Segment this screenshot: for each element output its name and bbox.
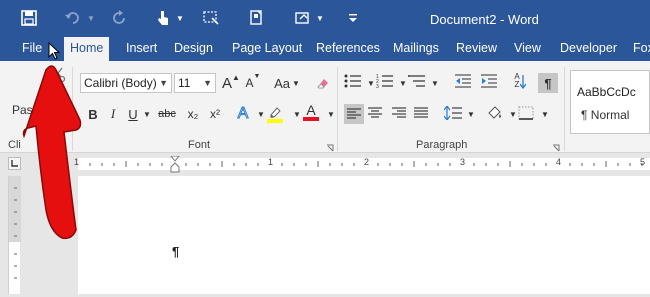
change-case-button[interactable]: Aa ▼	[272, 73, 302, 93]
multilevel-dropdown-icon[interactable]: ▼	[426, 73, 444, 93]
paragraph-group-label: Paragraph	[416, 139, 468, 151]
underline-dropdown-icon[interactable]: ▼	[138, 104, 156, 124]
paint-dropdown-icon[interactable]: ▼	[315, 8, 325, 28]
paragraph-dialog-launcher-icon[interactable]	[552, 141, 560, 155]
font-dialog-launcher-icon[interactable]	[326, 141, 334, 155]
ribbon-home: Pas Cli Calibri (Body) ▼ 11 ▼ A ▲ A ▼ Aa ▼ …	[0, 61, 650, 153]
undo-icon[interactable]	[62, 8, 84, 28]
italic-button[interactable]: I	[104, 104, 122, 124]
copy-icon[interactable]	[52, 91, 66, 110]
grow-font-label: A	[222, 74, 233, 92]
line-spacing-icon[interactable]	[443, 105, 462, 123]
grow-font-button[interactable]: A ▲	[222, 73, 240, 93]
show-hide-marks-button[interactable]: ¶	[538, 73, 558, 93]
tab-mailings[interactable]: Mailings	[387, 37, 445, 61]
numbering-icon[interactable]: 123	[376, 73, 394, 92]
ruler-label: 3	[460, 157, 466, 167]
horizontal-ruler: 1 1 2 3 4 5	[0, 154, 650, 174]
grow-caret-icon: ▲	[232, 73, 240, 82]
tab-review[interactable]: Review	[450, 37, 503, 61]
style-name: ¶ Normal	[581, 108, 630, 122]
clipboard-group-label: Cli	[8, 139, 21, 151]
window-title: Document2 - Word	[430, 12, 539, 27]
subscript-button[interactable]: x₂	[184, 104, 202, 124]
font-color-button[interactable]: A	[302, 102, 320, 122]
bullets-icon[interactable]	[344, 73, 362, 92]
group-divider	[72, 67, 73, 151]
save-icon[interactable]	[18, 8, 40, 28]
font-color-label: A	[306, 102, 316, 118]
ruler-body: 1 1 2 3 4 5	[74, 157, 650, 170]
chevron-down-icon: ▼	[291, 78, 300, 88]
align-center-icon[interactable]	[368, 107, 382, 122]
shrink-font-label: A	[245, 76, 254, 90]
tab-insert[interactable]: Insert	[120, 37, 163, 61]
cut-icon[interactable]	[50, 67, 66, 86]
bold-button[interactable]: B	[84, 104, 102, 124]
tab-developer[interactable]: Developer	[554, 37, 623, 61]
clear-formatting-icon[interactable]	[314, 73, 332, 93]
touch-mode-dropdown-icon[interactable]: ▼	[175, 8, 185, 28]
highlight-icon[interactable]	[266, 104, 284, 124]
text-effects-button[interactable]: A	[234, 104, 252, 124]
tab-design[interactable]: Design	[168, 37, 219, 61]
font-group-label: Font	[188, 139, 211, 151]
shading-icon[interactable]	[486, 105, 504, 124]
justify-icon[interactable]	[414, 107, 428, 122]
undo-dropdown-icon[interactable]: ▼	[86, 8, 96, 28]
paragraph-mark: ¶	[172, 244, 180, 259]
indent-marker-icon[interactable]	[169, 155, 181, 177]
tab-view[interactable]: View	[508, 37, 547, 61]
font-size-value: 11	[178, 76, 191, 90]
mouse-cursor-icon	[48, 41, 61, 63]
tab-foxit[interactable]: Fox	[627, 37, 650, 61]
paint-icon[interactable]	[292, 8, 314, 28]
ruler-label: 2	[364, 157, 370, 167]
sort-arrow-icon	[519, 75, 527, 92]
font-family-value: Calibri (Body)	[84, 76, 157, 90]
font-family-dropdown[interactable]: Calibri (Body) ▼	[80, 73, 172, 93]
superscript-button[interactable]: x²	[206, 104, 224, 124]
decrease-indent-icon[interactable]	[454, 73, 472, 92]
svg-text:3: 3	[376, 84, 379, 89]
page-icon[interactable]	[246, 8, 268, 28]
ruler-label: 4	[556, 157, 562, 167]
font-size-dropdown[interactable]: 11 ▼	[174, 73, 216, 93]
ribbon-tabs: File Home Insert Design Page Layout Refe…	[0, 37, 650, 61]
increase-indent-icon[interactable]	[480, 73, 498, 92]
shrink-caret-icon: ▼	[253, 73, 261, 80]
shrink-font-button[interactable]: A ▼	[244, 73, 262, 93]
document-page[interactable]: ¶	[78, 176, 650, 294]
tab-page-layout[interactable]: Page Layout	[226, 37, 308, 61]
ruler-label: 1	[74, 157, 80, 167]
chevron-down-icon: ▼	[159, 78, 168, 88]
title-bar: ▼ ▼ ▼ Document2 - Word	[0, 0, 650, 37]
tab-home[interactable]: Home	[64, 37, 110, 61]
font-color-swatch	[303, 117, 319, 121]
customize-icon[interactable]	[346, 8, 360, 28]
touch-mode-icon[interactable]	[152, 8, 174, 28]
align-right-icon[interactable]	[392, 107, 406, 122]
ruler-label: 1	[268, 157, 274, 167]
ruler-label: 5	[640, 157, 646, 167]
chevron-down-icon: ▼	[203, 78, 212, 88]
tab-selector-icon[interactable]	[8, 157, 21, 170]
paste-button-label[interactable]: Pas	[12, 103, 33, 117]
tab-file[interactable]: File	[16, 37, 48, 61]
style-normal-tile[interactable]: AaBbCcDc ¶ Normal	[570, 70, 650, 134]
multilevel-list-icon[interactable]	[408, 73, 426, 92]
screen-clipping-icon[interactable]	[200, 8, 222, 28]
style-preview: AaBbCcDc	[577, 85, 636, 99]
borders-dropdown-icon[interactable]: ▼	[536, 104, 554, 124]
group-divider	[564, 67, 565, 151]
align-left-icon[interactable]	[344, 104, 364, 124]
group-divider	[337, 67, 338, 151]
borders-icon[interactable]	[518, 106, 534, 123]
strikethrough-button[interactable]: abc	[158, 104, 176, 124]
change-case-label: Aa	[274, 75, 290, 91]
tab-references[interactable]: References	[310, 37, 386, 61]
line-spacing-dropdown-icon[interactable]: ▼	[462, 104, 480, 124]
vertical-ruler	[8, 176, 21, 294]
redo-icon[interactable]	[108, 8, 130, 28]
